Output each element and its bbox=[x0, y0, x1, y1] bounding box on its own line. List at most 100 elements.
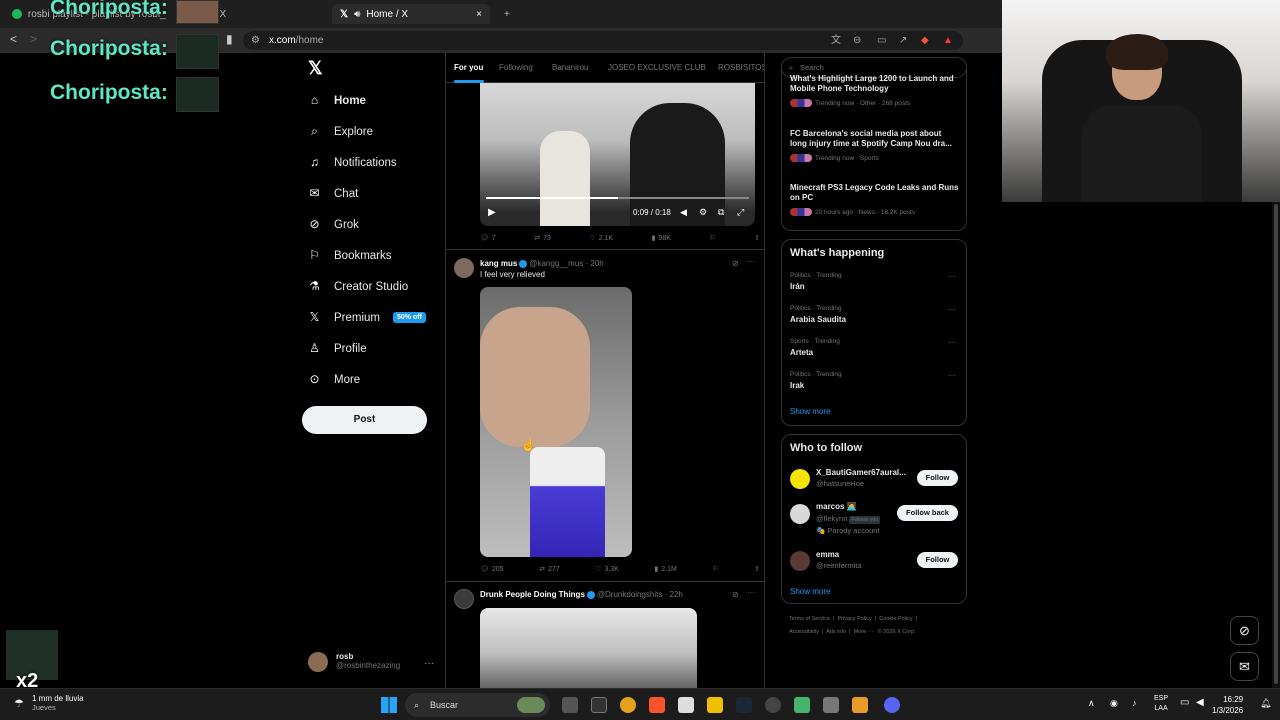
footer-link[interactable]: Privacy Policy bbox=[838, 616, 872, 622]
messages-floating-button[interactable]: ✉ bbox=[1230, 652, 1259, 681]
footer-link[interactable]: Cookie Policy bbox=[879, 616, 912, 622]
steam-icon[interactable] bbox=[736, 697, 752, 713]
post-button[interactable]: Post bbox=[302, 406, 427, 434]
tray-mic-icon[interactable]: ♪ bbox=[1132, 698, 1137, 708]
brave-rewards-icon[interactable]: ▲ bbox=[943, 31, 953, 50]
tweet-video[interactable]: ▶ 0:09 / 0:18 ◀ ⚙ ⧉ ⤢ bbox=[480, 83, 755, 226]
follow-button[interactable]: Follow bbox=[917, 552, 958, 568]
nav-creator-studio[interactable]: ⚗ Creator Studio bbox=[308, 280, 408, 293]
news-title[interactable]: Minecraft PS3 Legacy Code Leaks and Runs… bbox=[790, 183, 960, 203]
tweet-author[interactable]: Drunk People Doing Things @Drunkdoingshit… bbox=[480, 590, 683, 599]
show-more-follow-link[interactable]: Show more bbox=[790, 587, 830, 596]
tweet-media[interactable] bbox=[480, 608, 697, 688]
reply-button[interactable]: 💬︎ 7 bbox=[480, 234, 496, 243]
follow-button[interactable]: Follow bbox=[917, 470, 958, 486]
bookmark-tweet-icon[interactable]: ⚐ bbox=[712, 565, 718, 573]
zoom-icon[interactable]: ⊖ bbox=[853, 31, 861, 50]
bookmark-tweet-icon[interactable]: ⚐ bbox=[709, 234, 715, 242]
account-more-icon[interactable]: ··· bbox=[424, 658, 434, 669]
grok-tweet-icon[interactable]: ⊘ bbox=[732, 590, 739, 599]
trend-name[interactable]: Arabia Saudita bbox=[790, 315, 846, 324]
views-button[interactable]: ▮ 98K bbox=[652, 234, 671, 243]
nav-profile[interactable]: ♙ Profile bbox=[308, 342, 367, 355]
video-progress-bar[interactable] bbox=[486, 197, 749, 199]
trend-more-icon[interactable]: ··· bbox=[948, 305, 956, 314]
brave-icon[interactable] bbox=[649, 697, 665, 713]
avatar[interactable] bbox=[454, 589, 474, 609]
app-icon[interactable] bbox=[852, 697, 868, 713]
brave-shield-icon[interactable]: ◆ bbox=[921, 31, 929, 50]
tab-for-you[interactable]: For you bbox=[454, 63, 483, 72]
news-title[interactable]: What's Highlight Large 1200 to Launch an… bbox=[790, 74, 960, 94]
nav-more[interactable]: ⊙ More bbox=[308, 373, 360, 386]
scrollbar-thumb[interactable] bbox=[1274, 204, 1278, 684]
task-view-icon[interactable] bbox=[562, 697, 578, 713]
tab-joseo-exclusive-club[interactable]: JOSEO EXCLUSIVE CLUB bbox=[608, 63, 706, 72]
news-title[interactable]: FC Barcelona's social media post about l… bbox=[790, 129, 960, 149]
tweet-more-icon[interactable]: ··· bbox=[747, 257, 755, 266]
back-icon[interactable]: < bbox=[10, 32, 17, 46]
tab-bananirou[interactable]: Bananirou bbox=[552, 63, 588, 72]
nav-home[interactable]: ⌂ Home bbox=[308, 94, 366, 107]
epic-games-icon[interactable] bbox=[591, 697, 607, 713]
share-tweet-icon[interactable]: ⇪ bbox=[754, 234, 760, 242]
pip-icon[interactable]: ⧉ bbox=[718, 207, 724, 218]
volume-icon[interactable]: ◀ bbox=[680, 207, 687, 218]
tweet-media[interactable] bbox=[480, 287, 632, 557]
footer-link[interactable]: More ··· bbox=[854, 629, 874, 635]
trend-name[interactable]: Irak bbox=[790, 381, 804, 390]
taskbar-search[interactable]: ⌕ Buscar bbox=[405, 693, 550, 717]
cast-icon[interactable]: ▭ bbox=[877, 31, 886, 50]
retweet-button[interactable]: ⇄ 73 bbox=[534, 234, 551, 243]
store-icon[interactable] bbox=[678, 697, 694, 713]
follow-back-button[interactable]: Follow back bbox=[897, 505, 958, 521]
notification-icon[interactable]: 🔔︎ bbox=[1260, 698, 1271, 709]
share-icon[interactable]: ↗ bbox=[899, 31, 907, 50]
trend-more-icon[interactable]: ··· bbox=[948, 338, 956, 347]
like-button[interactable]: ♡ 2.1K bbox=[589, 234, 613, 243]
tab-following[interactable]: Following bbox=[499, 63, 533, 72]
tab-home-x[interactable]: 𝕏 🔊︎ Home / X × bbox=[332, 4, 490, 24]
suggested-user-name[interactable]: marcos 🧑‍💻 bbox=[816, 502, 857, 511]
app-icon[interactable] bbox=[794, 697, 810, 713]
close-tab-icon[interactable]: × bbox=[476, 9, 482, 20]
show-more-trends-link[interactable]: Show more bbox=[790, 407, 830, 416]
site-info-icon[interactable]: ⚙ bbox=[251, 31, 260, 50]
x-home-logo[interactable]: 𝕏 bbox=[308, 58, 323, 79]
grok-tweet-icon[interactable]: ⊘ bbox=[732, 259, 739, 268]
discord-icon[interactable] bbox=[884, 697, 900, 713]
account-switcher[interactable]: rosb @rosbinthezazing bbox=[308, 652, 400, 672]
suggested-user-name[interactable]: emma bbox=[816, 550, 839, 559]
nav-notifications[interactable]: ♫ Notifications bbox=[308, 156, 397, 169]
network-icon[interactable]: ▭ bbox=[1180, 697, 1189, 708]
trend-more-icon[interactable]: ··· bbox=[948, 272, 956, 281]
translate-icon[interactable]: 文 bbox=[831, 31, 841, 50]
language-indicator[interactable]: ESP LAA bbox=[1154, 694, 1168, 714]
app-icon[interactable] bbox=[823, 697, 839, 713]
nav-premium[interactable]: 𝕏 Premium 50% off bbox=[308, 311, 426, 324]
play-icon[interactable]: ▶ bbox=[488, 207, 496, 218]
url-field[interactable]: ⚙ x.com/home 文 ⊖ ▭ ↗ ◆ ▲ bbox=[243, 31, 963, 50]
tweet-more-icon[interactable]: ··· bbox=[747, 588, 755, 597]
share-tweet-icon[interactable]: ⇪ bbox=[754, 565, 760, 573]
settings-icon[interactable]: ⚙ bbox=[699, 207, 707, 218]
windows-start-icon[interactable] bbox=[381, 697, 397, 713]
nav-chat[interactable]: ✉ Chat bbox=[308, 187, 358, 200]
volume-tray-icon[interactable]: ◀ bbox=[1196, 697, 1204, 708]
tab-rosbisitos[interactable]: ROSBISITOS bbox=[718, 63, 764, 72]
system-clock[interactable]: 16:29 1/3/2026 bbox=[1212, 694, 1243, 716]
tweet-author[interactable]: kang mus @kangg__mus · 20h bbox=[480, 259, 604, 268]
fullscreen-icon[interactable]: ⤢ bbox=[737, 207, 744, 218]
reply-button[interactable]: 💬︎ 205 bbox=[480, 565, 504, 574]
suggested-user-name[interactable]: X_BautiGamer67aural... bbox=[816, 468, 906, 477]
file-explorer-icon[interactable] bbox=[707, 697, 723, 713]
nav-grok[interactable]: ⊘ Grok bbox=[308, 218, 358, 231]
avatar[interactable] bbox=[790, 551, 810, 571]
trend-name[interactable]: Arteta bbox=[790, 348, 813, 357]
views-button[interactable]: ▮ 2.1M bbox=[654, 565, 676, 574]
avatar[interactable] bbox=[790, 469, 810, 489]
footer-link[interactable]: Accessibility bbox=[789, 629, 819, 635]
avatar[interactable] bbox=[454, 258, 474, 278]
grok-floating-button[interactable]: ⊘ bbox=[1230, 616, 1259, 645]
forward-icon[interactable]: > bbox=[30, 32, 37, 46]
